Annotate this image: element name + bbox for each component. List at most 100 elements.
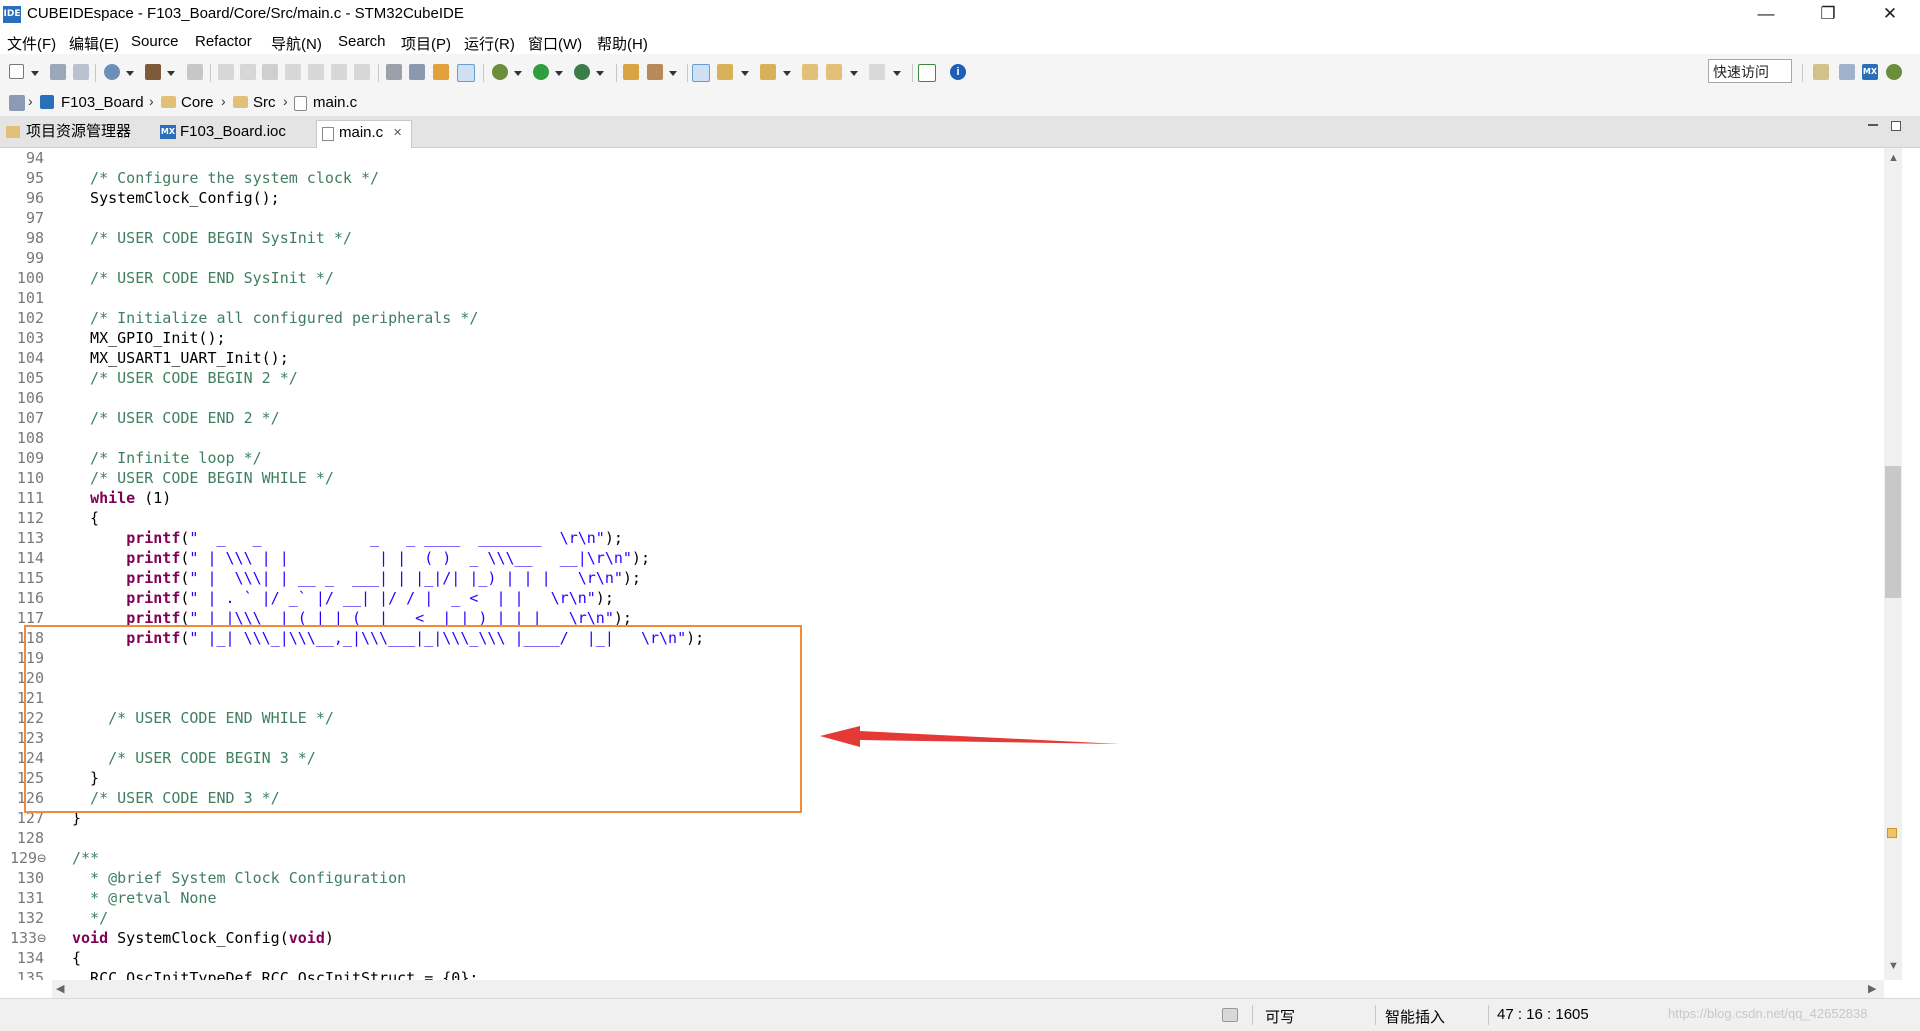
menu-project[interactable]: 项目(P) <box>401 33 451 54</box>
quick-access-input[interactable]: 快速访问 <box>1708 59 1792 83</box>
breadcrumb-project[interactable]: F103_Board <box>61 94 144 111</box>
menu-help[interactable]: 帮助(H) <box>597 33 648 54</box>
close-icon[interactable]: ✕ <box>393 121 402 145</box>
code-text: printf(" | \\\ | | | | ( ) _ \\\__ __|\r… <box>126 549 650 567</box>
save-all-icon[interactable] <box>73 64 89 80</box>
tab-ioc[interactable]: MX F103_Board.ioc <box>158 120 308 147</box>
scroll-up-icon[interactable]: ▲ <box>1888 152 1899 164</box>
suspend-icon[interactable] <box>240 64 256 80</box>
external-tools-dropdown-icon[interactable] <box>596 71 604 76</box>
main-toolbar: i 快速访问 MX <box>0 54 1920 90</box>
open-folder-icon[interactable] <box>623 64 639 80</box>
mx-perspective-icon[interactable]: MX <box>1862 64 1878 80</box>
menu-source[interactable]: Source <box>131 33 179 50</box>
scroll-right-icon[interactable]: ▶ <box>1868 982 1876 995</box>
menu-refactor[interactable]: Refactor <box>195 33 252 50</box>
disconnect-icon[interactable] <box>285 64 301 80</box>
breadcrumb-file[interactable]: main.c <box>313 94 357 111</box>
last-edit-icon[interactable] <box>802 64 818 80</box>
next-annotation-dropdown-icon[interactable] <box>741 71 749 76</box>
horizontal-scrollbar[interactable]: ◀ ▶ <box>52 980 1884 998</box>
folder-icon <box>233 96 248 108</box>
menu-file[interactable]: 文件(F) <box>7 33 56 54</box>
line-number: 114 <box>16 549 44 567</box>
menu-search[interactable]: Search <box>338 33 386 50</box>
search-dropdown-icon[interactable] <box>669 71 677 76</box>
code-text: { <box>72 949 82 967</box>
code-text: /* Infinite loop */ <box>72 449 262 467</box>
external-tools-icon[interactable] <box>574 64 590 80</box>
open-perspective-icon[interactable] <box>918 64 936 82</box>
overview-marker-icon[interactable] <box>1887 828 1897 838</box>
new-dropdown-icon[interactable] <box>31 71 39 76</box>
toggle-marks-icon[interactable] <box>409 64 425 80</box>
breadcrumb-core[interactable]: Core <box>181 94 214 111</box>
hammer-icon[interactable] <box>145 64 161 80</box>
save-icon[interactable] <box>50 64 66 80</box>
hand-icon[interactable] <box>433 64 449 80</box>
menu-run[interactable]: 运行(R) <box>464 33 515 54</box>
tab-main-c[interactable]: main.c ✕ <box>316 120 412 148</box>
debug-bug-icon[interactable] <box>492 64 508 80</box>
debug-perspective-icon[interactable] <box>1886 64 1902 80</box>
code-editor[interactable]: 94 95 /* Configure the system clock */96 … <box>0 148 1884 980</box>
menu-bar: 文件(F) 编辑(E) Source Refactor 导航(N) Search… <box>0 30 1920 54</box>
line-number: 106 <box>16 389 44 407</box>
code-line: 98 /* USER CODE BEGIN SysInit */ <box>0 228 1880 248</box>
step-return-icon[interactable] <box>354 64 370 80</box>
minimize-view-icon[interactable] <box>1868 124 1878 126</box>
status-monitor-icon[interactable] <box>1222 1008 1238 1022</box>
open-perspective-button-icon[interactable] <box>1813 64 1829 80</box>
code-text: RCC_OscInitTypeDef RCC_OscInitStruct = {… <box>72 969 479 980</box>
code-text: /* Configure the system clock */ <box>72 169 380 187</box>
hammer-dropdown-icon[interactable] <box>167 71 175 76</box>
toolbar-separator <box>912 64 913 82</box>
code-line: 110 /* USER CODE BEGIN WHILE */ <box>0 468 1880 488</box>
code-line: 130 * @brief System Clock Configuration <box>0 868 1880 888</box>
scroll-left-icon[interactable]: ◀ <box>56 982 64 995</box>
maximize-view-icon[interactable] <box>1891 121 1901 131</box>
tab-project-explorer[interactable]: 项目资源管理器 <box>4 120 152 147</box>
step-into-icon[interactable] <box>308 64 324 80</box>
next-annotation-icon[interactable] <box>717 64 733 80</box>
clean-icon[interactable] <box>187 64 203 80</box>
prev-annotation-icon[interactable] <box>760 64 776 80</box>
run-icon[interactable] <box>533 64 549 80</box>
debug-dropdown-icon[interactable] <box>514 71 522 76</box>
menu-edit[interactable]: 编辑(E) <box>69 33 119 54</box>
terminate-icon[interactable] <box>262 64 278 80</box>
build-dropdown-icon[interactable] <box>126 71 134 76</box>
prev-annotation-dropdown-icon[interactable] <box>783 71 791 76</box>
back-icon[interactable] <box>826 64 842 80</box>
resume-icon[interactable] <box>218 64 234 80</box>
back-dropdown-icon[interactable] <box>850 71 858 76</box>
select-icon[interactable] <box>457 64 475 82</box>
outline-icon[interactable] <box>386 64 402 80</box>
gear-build-icon[interactable] <box>104 64 120 80</box>
breadcrumb-src[interactable]: Src <box>253 94 276 111</box>
menu-navigate[interactable]: 导航(N) <box>271 33 322 54</box>
forward-dropdown-icon[interactable] <box>893 71 901 76</box>
scroll-down-icon[interactable]: ▼ <box>1888 960 1899 972</box>
cpp-perspective-icon[interactable] <box>1839 64 1855 80</box>
highlight-icon[interactable] <box>692 64 710 82</box>
line-number: 108 <box>16 429 44 447</box>
string-literal: " | \\\| | __ _ ___| | |_|/| |_) | | | \… <box>189 569 623 587</box>
run-dropdown-icon[interactable] <box>555 71 563 76</box>
minimize-button[interactable]: — <box>1738 0 1794 30</box>
forward-icon[interactable] <box>869 64 885 80</box>
restore-button[interactable]: ❐ <box>1800 0 1856 30</box>
line-number: 130 <box>16 869 44 887</box>
close-button[interactable]: ✕ <box>1862 0 1918 30</box>
breadcrumb-chevron-icon: › <box>221 93 226 109</box>
new-icon[interactable] <box>9 64 24 79</box>
scrollbar-thumb[interactable] <box>1885 466 1901 598</box>
search-tools-icon[interactable] <box>647 64 663 80</box>
info-icon[interactable]: i <box>950 64 966 80</box>
projects-icon[interactable] <box>9 95 25 111</box>
code-text: */ <box>72 909 109 927</box>
menu-window[interactable]: 窗口(W) <box>528 33 582 54</box>
step-over-icon[interactable] <box>331 64 347 80</box>
line-number: 113 <box>16 529 44 547</box>
code-line: 132 */ <box>0 908 1880 928</box>
